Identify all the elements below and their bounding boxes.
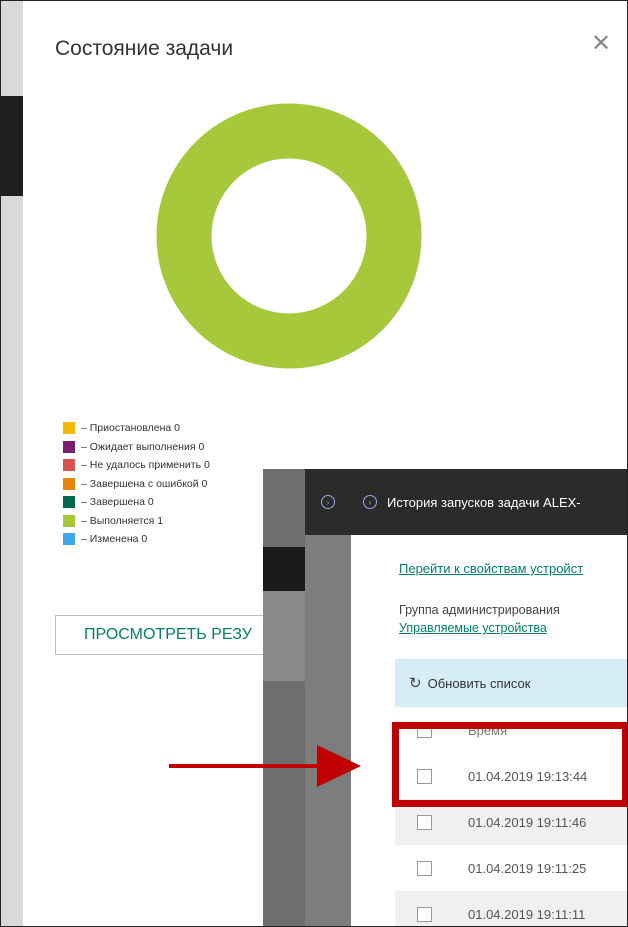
view-results-button[interactable]: ПРОСМОТРЕТЬ РЕЗУ [55, 615, 295, 655]
legend-swatch [63, 496, 75, 509]
legend-item-changed: – Изменена 0 [63, 530, 210, 549]
legend-swatch [63, 440, 75, 453]
legend-label: – Ожидает выполнения 0 [81, 440, 205, 453]
arrow-shaft [169, 764, 329, 768]
table-row[interactable]: 01.04.2019 19:11:11 [395, 891, 627, 926]
row-time: 01.04.2019 19:11:25 [468, 860, 587, 876]
refresh-icon: ↻ [409, 675, 422, 692]
history-title: История запусков задачи ALEX- [387, 494, 581, 510]
table-row[interactable]: 01.04.2019 19:11:25 [395, 845, 627, 891]
expand-icon[interactable]: › [363, 495, 377, 509]
legend-label: – Завершена с ошибкой 0 [81, 477, 208, 490]
legend-item-failed-apply: – Не удалось применить 0 [63, 456, 210, 475]
task-history-window: › › История запусков задачи ALEX- Перейт… [263, 469, 627, 926]
background-dark-block [1, 96, 23, 196]
legend-label: – Завершена 0 [81, 496, 154, 509]
legend-item-pending: – Ожидает выполнения 0 [63, 438, 210, 457]
close-icon[interactable]: ✕ [591, 29, 611, 58]
collapsed-panel: › [305, 469, 351, 926]
legend: – Приостановлена 0 – Ожидает выполнения … [63, 419, 210, 549]
legend-swatch [63, 422, 75, 435]
history-header: › История запусков задачи ALEX- [351, 469, 627, 535]
expand-icon[interactable]: › [321, 495, 335, 509]
dialog-title: Состояние задачи [55, 37, 234, 60]
background-column [263, 469, 305, 926]
donut-ring-running [156, 103, 422, 369]
donut-chart [156, 103, 422, 369]
legend-item-error: – Завершена с ошибкой 0 [63, 475, 210, 494]
arrow-icon [317, 745, 361, 787]
refresh-label: Обновить список [427, 675, 531, 691]
row-checkbox[interactable] [417, 860, 432, 876]
background-app [1, 1, 23, 926]
legend-label: – Приостановлена 0 [81, 422, 180, 435]
row-checkbox[interactable] [417, 814, 432, 830]
row-time: 01.04.2019 19:11:46 [468, 814, 587, 830]
row-time: 01.04.2019 19:11:11 [468, 906, 586, 922]
row-checkbox[interactable] [417, 906, 432, 922]
legend-swatch [63, 514, 75, 527]
managed-devices-link[interactable]: Управляемые устройства [399, 621, 547, 635]
highlight-box [392, 722, 627, 807]
legend-swatch [63, 533, 75, 546]
legend-label: – Изменена 0 [81, 533, 148, 546]
legend-item-running: – Выполняется 1 [63, 512, 210, 531]
legend-swatch [63, 459, 75, 472]
legend-label: – Выполняется 1 [81, 514, 164, 527]
screenshot-frame: Состояние задачи ✕ – Приостановлена 0 – … [0, 0, 628, 927]
device-properties-link[interactable]: Перейти к свойствам устройст [399, 561, 583, 576]
legend-item-completed: – Завершена 0 [63, 493, 210, 512]
legend-label: – Не удалось применить 0 [81, 459, 210, 472]
legend-item-suspended: – Приостановлена 0 [63, 419, 210, 438]
admin-group-label: Группа администрирования [399, 603, 560, 617]
legend-swatch [63, 477, 75, 490]
refresh-list-button[interactable]: ↻ Обновить список [395, 659, 627, 707]
